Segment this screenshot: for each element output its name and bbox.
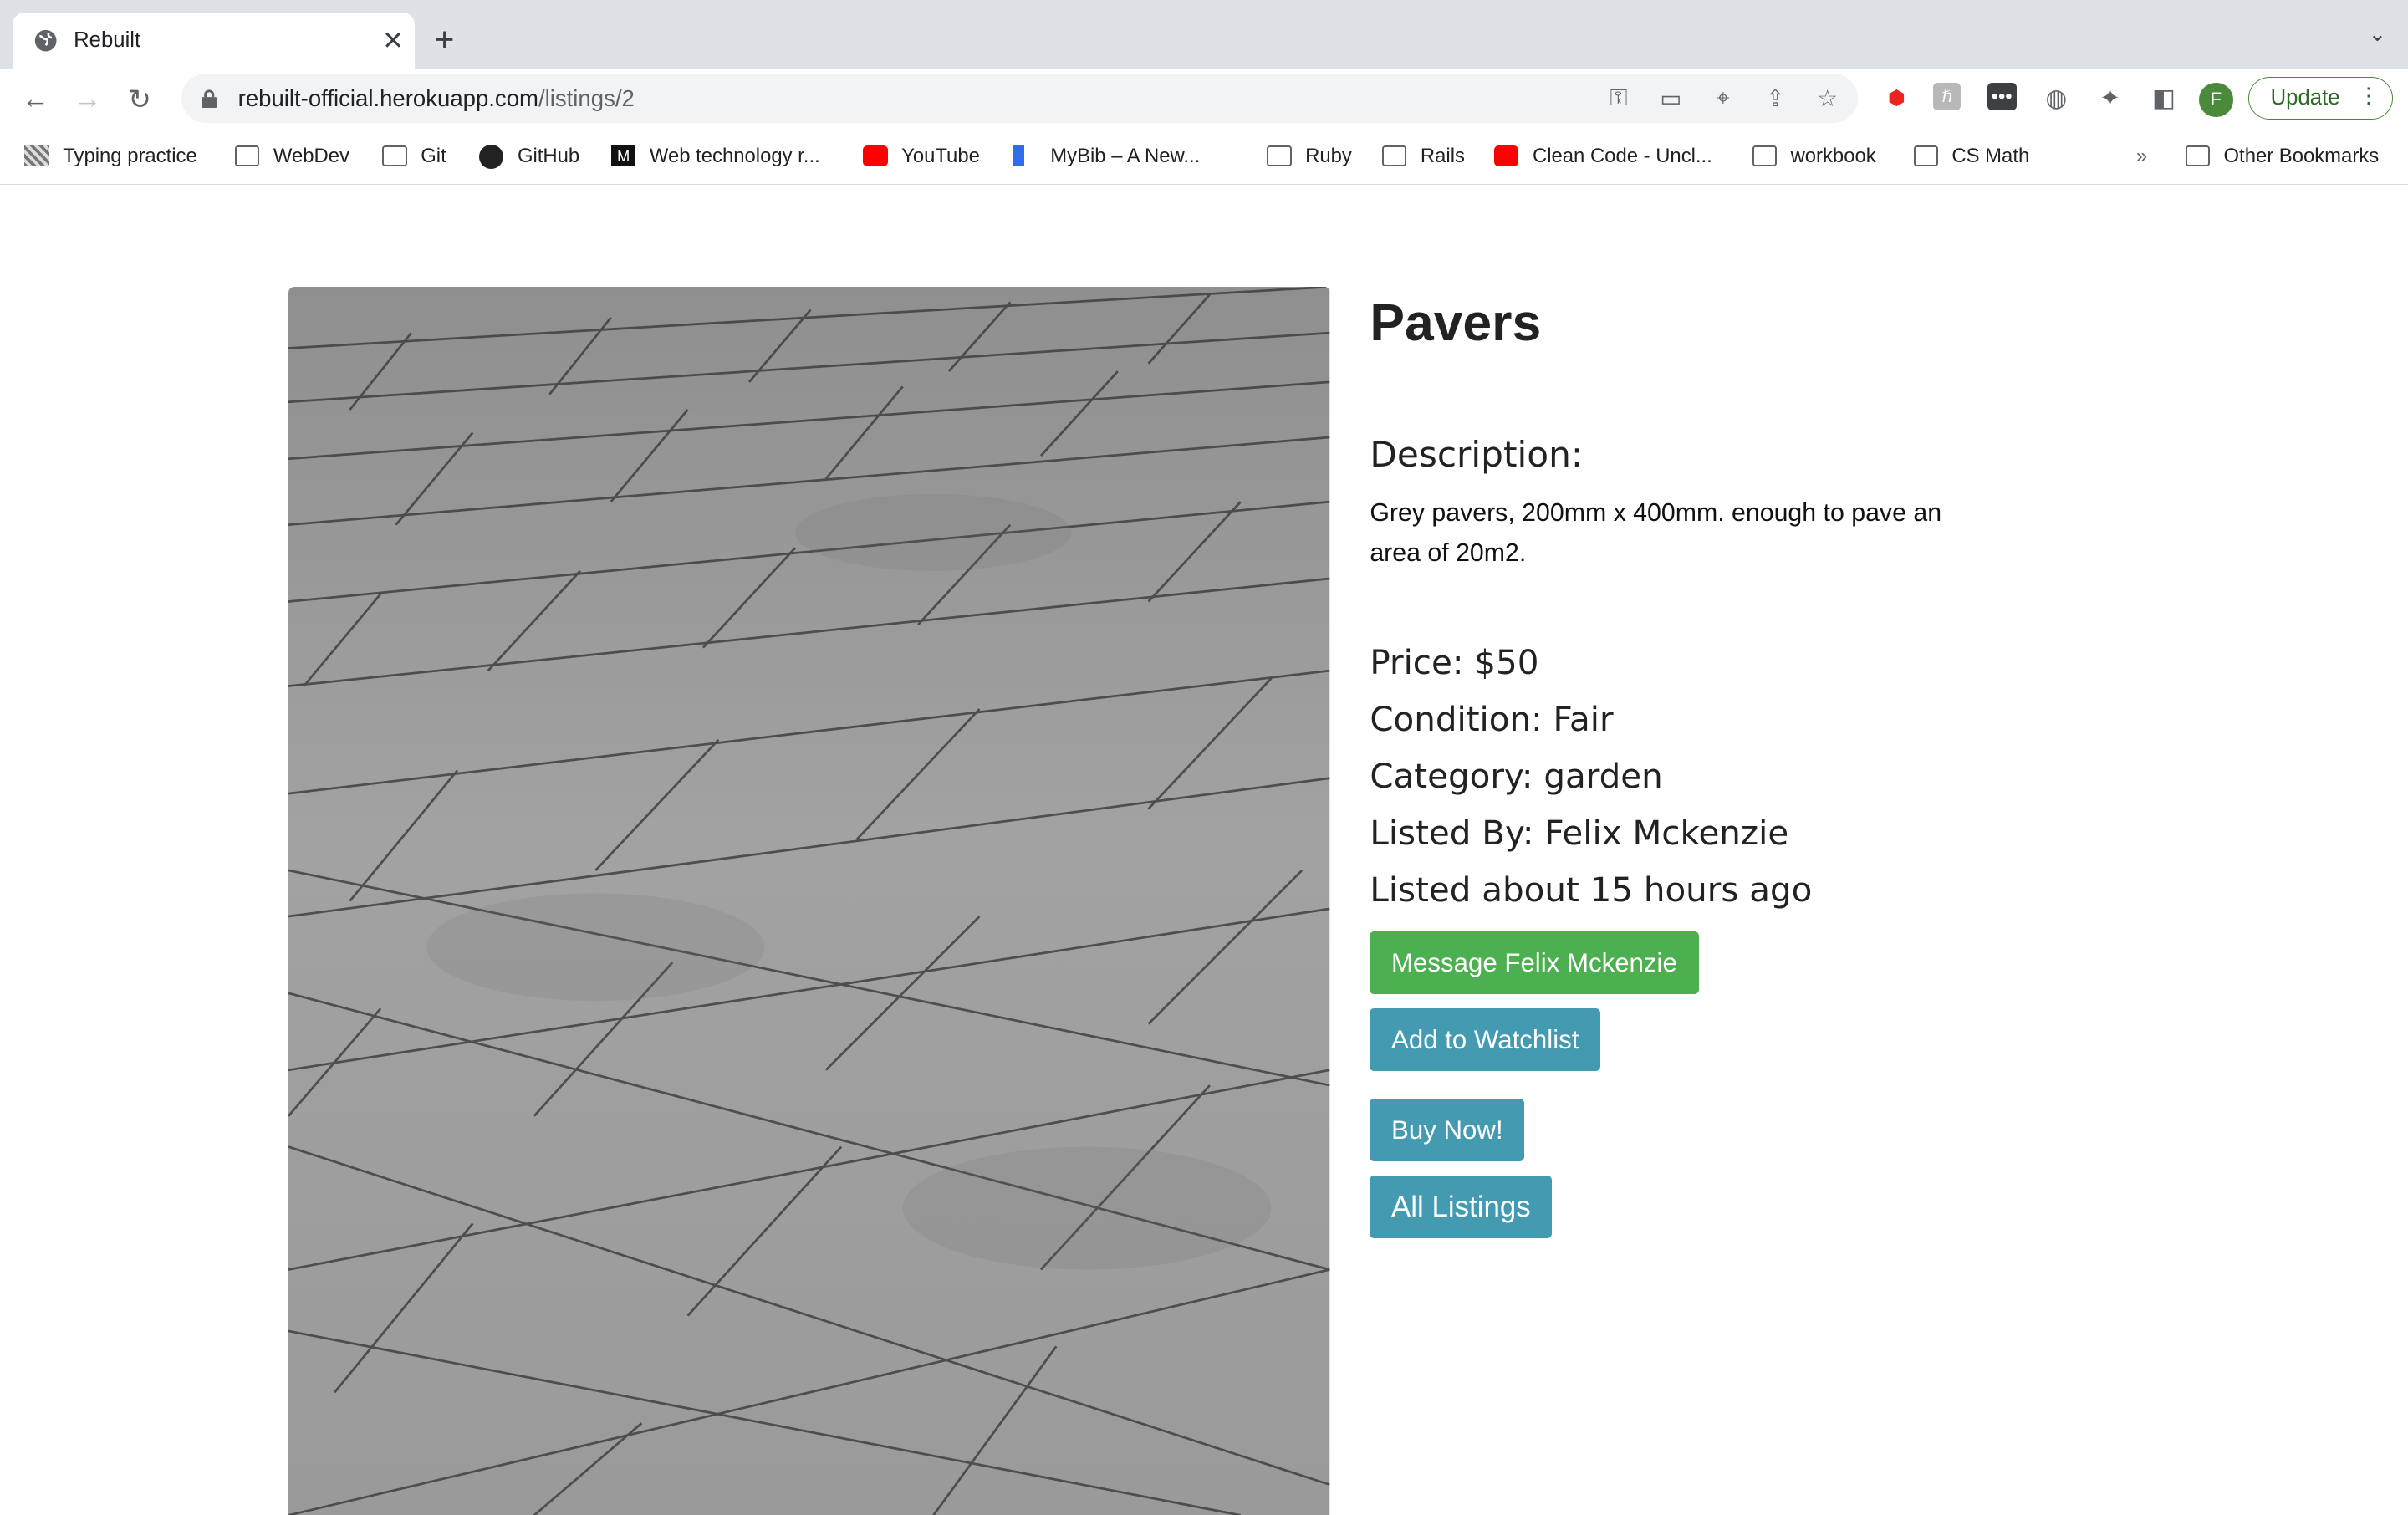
folder-icon: [1752, 145, 1778, 167]
bookmarks-overflow-button[interactable]: »: [2136, 145, 2147, 168]
extension-icon[interactable]: ℏ: [1933, 83, 1962, 111]
actions-group: Message Felix Mckenzie Add to Watchlist …: [1370, 931, 1984, 1238]
folder-icon: [1267, 145, 1292, 167]
lock-icon: [201, 89, 217, 108]
bookmark-folder[interactable]: WebDev: [235, 145, 349, 168]
bookmark-icon: [1013, 145, 1025, 167]
bookmark-label: GitHub: [517, 145, 580, 168]
password-extension-icon[interactable]: •••: [1987, 83, 2017, 111]
chevron-down-icon[interactable]: ⌄: [2369, 22, 2387, 47]
listing-seller: Listed By: Felix Mckenzie: [1370, 813, 1789, 854]
share-icon[interactable]: ⇪: [1760, 83, 1791, 114]
description-heading: Description:: [1370, 434, 1584, 476]
tab-strip: Rebuilt ✕ + ⌄: [0, 0, 2408, 69]
location-icon[interactable]: ⌖: [1707, 83, 1738, 114]
menu-icon[interactable]: ⋮: [2358, 84, 2380, 109]
bookmark-label: MyBib – A New...: [1050, 144, 1201, 167]
listing-description: Grey pavers, 200mm x 400mm. enough to pa…: [1370, 499, 1942, 568]
bookmark-label: Ruby: [1305, 144, 1352, 167]
tab-title: Rebuilt: [74, 28, 141, 53]
bookmark-folder[interactable]: Rails: [1382, 145, 1465, 168]
listing-time: Listed about 15 hours ago: [1370, 870, 1813, 911]
browser-tab[interactable]: Rebuilt ✕: [12, 12, 415, 69]
bookmark-label: Other Bookmarks: [2223, 144, 2380, 167]
close-tab-icon[interactable]: ✕: [371, 26, 414, 56]
bookmark-folder[interactable]: workbook: [1752, 145, 1876, 168]
puzzle-icon[interactable]: ✦: [2094, 83, 2125, 114]
github-icon: [479, 144, 504, 169]
bookmark-label: Rails: [1420, 144, 1465, 167]
bookmark-label: Typing practice: [63, 144, 197, 167]
folder-icon: [1913, 145, 1938, 167]
listing-category: Category: garden: [1370, 756, 1663, 797]
bookmark-item[interactable]: YouTube: [863, 145, 980, 168]
pumpkin-extension-icon[interactable]: ◍: [2041, 83, 2072, 114]
url-path: /listings/2: [538, 84, 635, 111]
listing-title: Pavers: [1370, 293, 1542, 352]
url-host: rebuilt-official.herokuapp.com: [237, 84, 538, 111]
buy-now-button[interactable]: Buy Now!: [1370, 1098, 1525, 1162]
bookmark-folder[interactable]: Git: [382, 145, 446, 168]
typing-icon: [24, 145, 49, 167]
bookmark-item[interactable]: MyBib – A New...: [1013, 145, 1200, 168]
mdn-icon: M: [611, 145, 636, 167]
add-to-watchlist-button[interactable]: Add to Watchlist: [1370, 1007, 1601, 1071]
browser-toolbar: ← → ↻ rebuilt-official.herokuapp.com/lis…: [0, 69, 2408, 131]
star-icon[interactable]: ☆: [1812, 83, 1843, 114]
bookmark-label: Web technology r...: [649, 144, 820, 167]
other-bookmarks-folder[interactable]: Other Bookmarks: [2185, 144, 2380, 168]
new-tab-icon[interactable]: +: [435, 20, 455, 59]
pavers-image: [288, 286, 1330, 1515]
listing-facts: Price: $50 Condition: Fair Category: gar…: [1370, 635, 1984, 919]
key-icon[interactable]: ⚿: [1604, 83, 1635, 114]
update-button[interactable]: Update ⋮: [2247, 76, 2393, 120]
back-icon[interactable]: ←: [9, 84, 61, 115]
bookmark-label: workbook: [1790, 144, 1876, 167]
forward-icon[interactable]: →: [61, 84, 113, 115]
folder-icon: [235, 145, 260, 167]
bookmark-item[interactable]: Typing practice: [24, 144, 197, 168]
bookmark-item[interactable]: GitHub: [479, 144, 580, 169]
listing-price: Price: $50: [1370, 642, 1539, 683]
listing-photo: [288, 286, 1330, 1515]
profile-avatar[interactable]: F: [2199, 83, 2233, 117]
bookmark-item[interactable]: Clean Code - Uncl...: [1494, 145, 1712, 168]
bookmark-label: Git: [421, 144, 446, 167]
url-text: rebuilt-official.herokuapp.com/listings/…: [238, 85, 635, 112]
youtube-icon: [1494, 145, 1519, 167]
all-listings-button[interactable]: All Listings: [1370, 1175, 1553, 1238]
listing-page: Pavers Description: Grey pavers, 200mm x…: [0, 185, 2408, 1515]
bookmark-item[interactable]: M Web technology r...: [611, 145, 820, 168]
adblock-extension-icon[interactable]: ⬢: [1881, 83, 1912, 114]
folder-icon: [2185, 145, 2210, 167]
bookmark-label: WebDev: [273, 144, 349, 167]
bookmark-folder[interactable]: CS Math: [1913, 144, 2030, 168]
reload-icon[interactable]: ↻: [114, 83, 166, 116]
bookmark-label: CS Math: [1951, 144, 2030, 167]
bookmark-label: YouTube: [901, 144, 980, 167]
globe-icon: [35, 29, 57, 52]
bookmark-folder[interactable]: Ruby: [1267, 145, 1352, 168]
folder-icon: [382, 145, 407, 167]
side-panel-icon[interactable]: ◧: [2149, 83, 2180, 114]
bookmark-label: Clean Code - Uncl...: [1532, 144, 1712, 167]
bookmarks-bar: Typing practice WebDev Git GitHub M Web t…: [0, 130, 2408, 186]
listing-details: Pavers Description: Grey pavers, 200mm x…: [1370, 287, 1984, 1238]
listing-condition: Condition: Fair: [1370, 699, 1614, 740]
update-label: Update: [2270, 86, 2340, 110]
folder-icon: [1382, 145, 1407, 167]
card-icon[interactable]: ▭: [1656, 83, 1686, 114]
youtube-icon: [863, 145, 888, 167]
address-bar[interactable]: rebuilt-official.herokuapp.com/listings/…: [181, 74, 1859, 123]
message-seller-button[interactable]: Message Felix Mckenzie: [1370, 931, 1699, 995]
